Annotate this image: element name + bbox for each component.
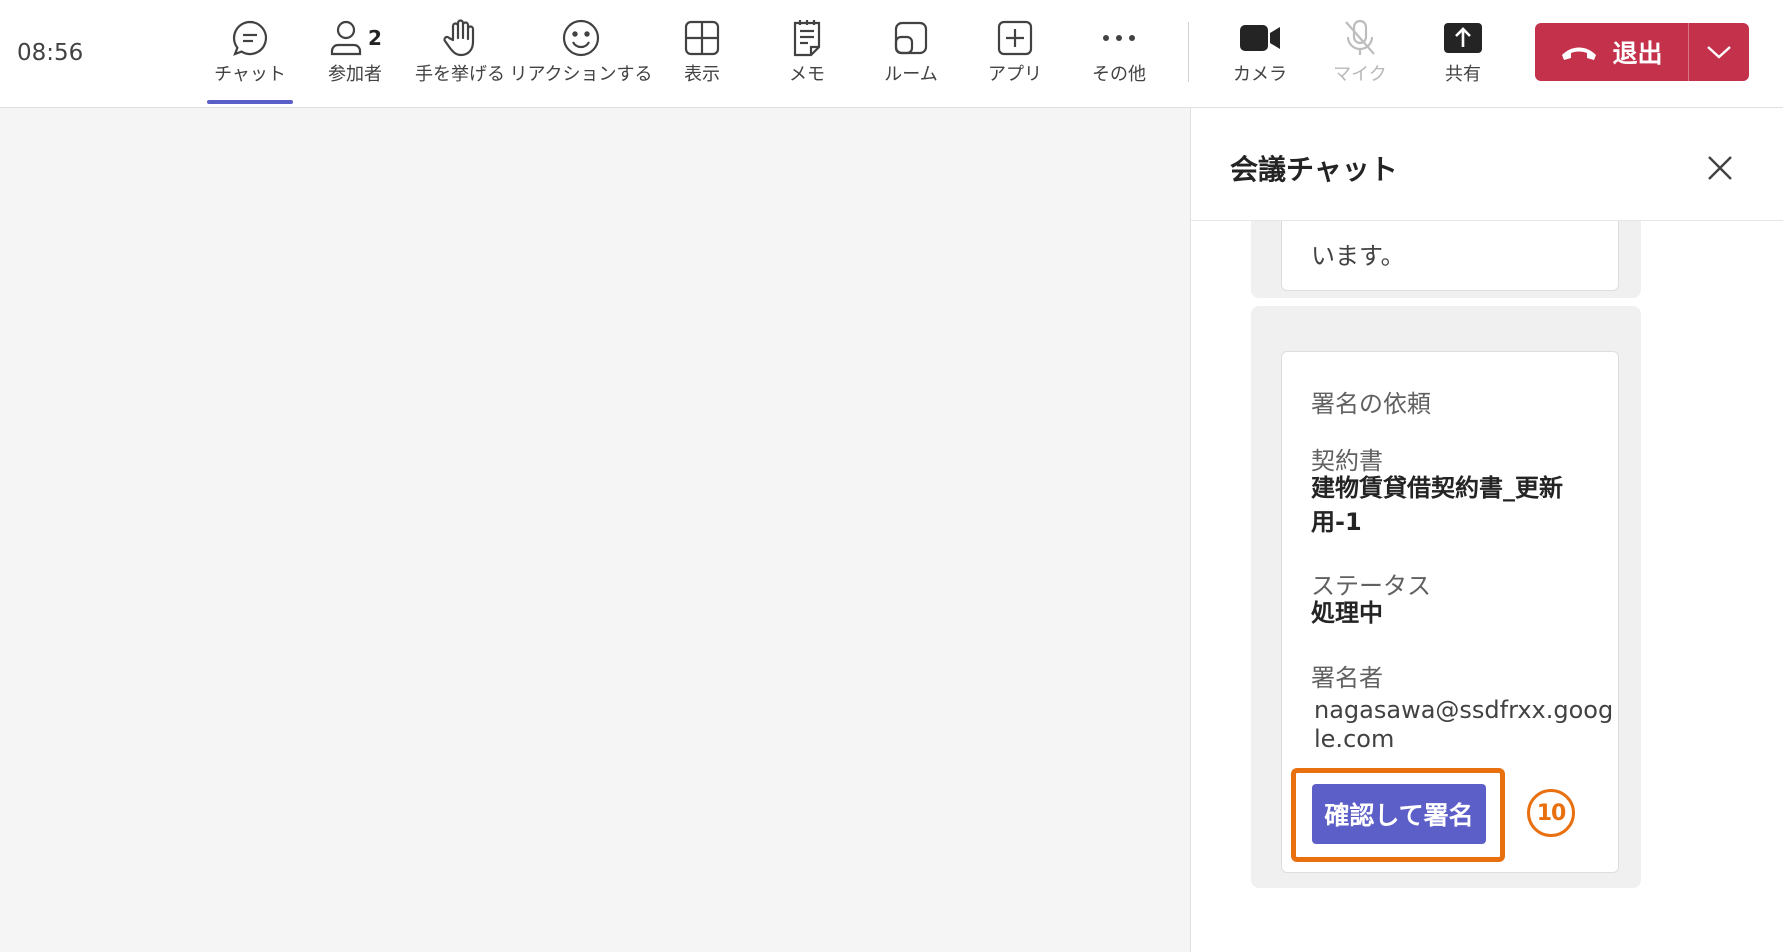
apps-button[interactable]: アプリ (985, 14, 1045, 94)
close-icon[interactable] (1704, 152, 1736, 184)
person-icon (330, 20, 362, 56)
signer-value: nagasawa@ssdfrxx.google.com (1314, 696, 1614, 753)
previous-message-text: います。 (1311, 242, 1405, 270)
meeting-clock: 08:56 (17, 40, 84, 66)
chat-panel-title: 会議チャット (1230, 153, 1398, 186)
people-icon-group: 2 (328, 14, 382, 62)
more-horizontal-icon (1101, 14, 1137, 62)
card-header: 署名の依頼 (1311, 390, 1431, 418)
rooms-label: ルーム (884, 64, 938, 85)
chat-button[interactable]: チャット (207, 14, 293, 104)
mic-button[interactable]: マイク (1332, 14, 1388, 94)
toolbar-divider (1188, 22, 1189, 82)
view-label: 表示 (684, 64, 720, 85)
share-button[interactable]: 共有 (1435, 14, 1491, 94)
document-value: 建物賃貸借契約書_更新用-1 (1311, 474, 1563, 536)
chat-icon (230, 14, 270, 62)
more-button[interactable]: その他 (1087, 14, 1151, 94)
share-label: 共有 (1445, 64, 1481, 85)
smiley-icon (561, 14, 601, 62)
view-button[interactable]: 表示 (672, 14, 732, 94)
rooms-button[interactable]: ルーム (880, 14, 942, 94)
leave-label: 退出 (1612, 39, 1663, 68)
mic-off-icon (1342, 14, 1378, 62)
leave-options-button[interactable] (1689, 23, 1749, 81)
status-value: 処理中 (1311, 599, 1383, 627)
apps-label: アプリ (988, 64, 1042, 85)
leave-button-group: 退出 (1535, 23, 1749, 81)
meeting-stage (0, 108, 1190, 952)
leave-button[interactable]: 退出 (1535, 23, 1689, 81)
camera-button[interactable]: カメラ (1230, 14, 1290, 94)
people-button[interactable]: 2 参加者 (318, 14, 392, 94)
share-icon (1443, 14, 1483, 62)
chat-label: チャット (214, 64, 286, 85)
step-number-badge: 10 (1527, 789, 1575, 837)
chat-panel-header: 会議チャット (1191, 108, 1783, 221)
more-label: その他 (1092, 64, 1146, 85)
notes-label: メモ (789, 64, 825, 85)
rooms-icon (892, 14, 930, 62)
raise-hand-label: 手を挙げる (415, 64, 505, 85)
notes-icon (790, 14, 824, 62)
camera-icon (1239, 14, 1281, 62)
review-and-sign-button[interactable]: 確認して署名 (1312, 784, 1486, 844)
participant-count: 2 (368, 26, 382, 50)
add-icon (996, 14, 1034, 62)
raise-hand-button[interactable]: 手を挙げる (415, 14, 505, 94)
react-label: リアクションする (509, 64, 653, 85)
camera-label: カメラ (1233, 64, 1287, 85)
people-label: 参加者 (328, 64, 382, 85)
notes-button[interactable]: メモ (777, 14, 837, 94)
chevron-down-icon (1707, 46, 1731, 59)
meeting-chat-panel: います。 署名の依頼 契約書 建物賃貸借契約書_更新用-1 ステータス 処理中 … (1190, 108, 1783, 952)
react-button[interactable]: リアクションする (509, 14, 653, 94)
signer-label: 署名者 (1311, 664, 1383, 692)
mic-label: マイク (1333, 64, 1387, 85)
grid-icon (683, 14, 721, 62)
hang-up-icon (1562, 47, 1597, 60)
hand-icon (441, 14, 479, 62)
meeting-toolbar: 08:56 チャット 2 参加者 手を挙げる リアクションする 表示 メモ ルー… (0, 0, 1783, 108)
active-tab-indicator (207, 100, 293, 104)
